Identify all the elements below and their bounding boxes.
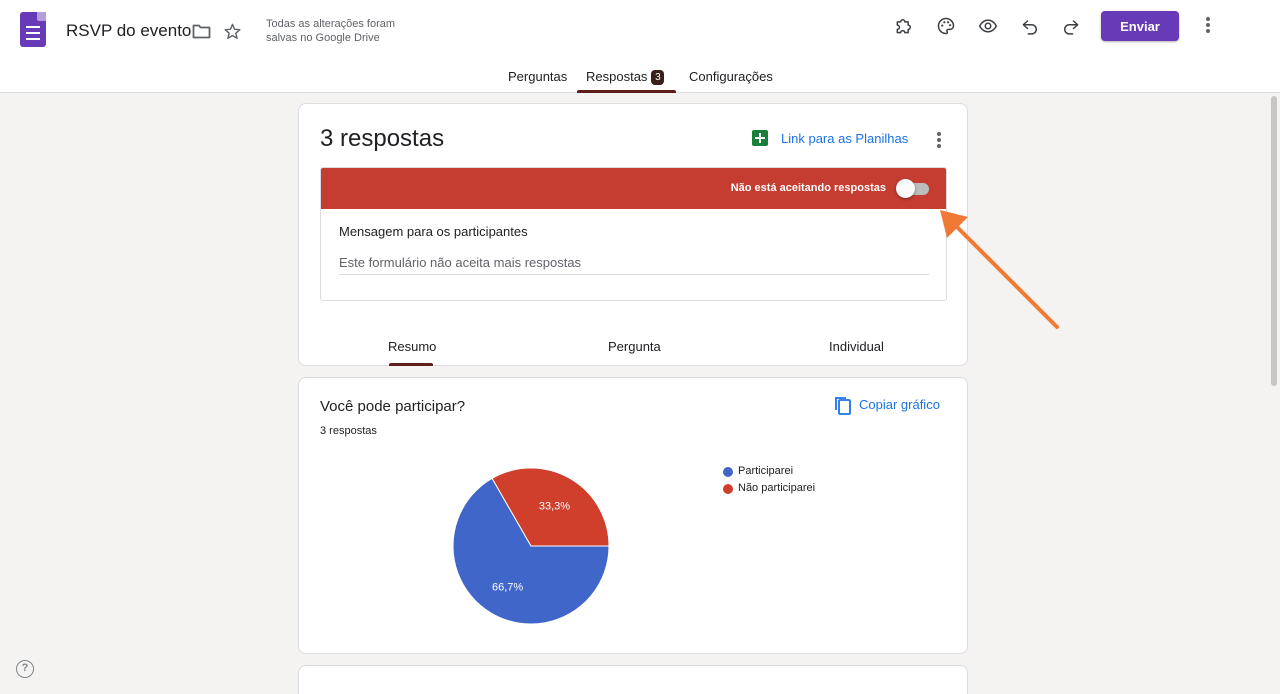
copy-chart-button[interactable]: Copiar gráfico [859, 397, 940, 412]
tab-settings[interactable]: Configurações [689, 69, 773, 84]
subtab-question[interactable]: Pergunta [608, 339, 661, 354]
page-scrollbar[interactable] [1268, 94, 1280, 694]
active-subtab-indicator [389, 363, 433, 366]
preview-icon[interactable] [976, 15, 1000, 37]
accepting-toggle-knob[interactable] [896, 179, 915, 198]
palette-icon[interactable] [935, 15, 957, 37]
more-vert-icon[interactable] [1206, 17, 1210, 35]
redo-icon[interactable] [1060, 15, 1082, 37]
tab-questions[interactable]: Perguntas [508, 69, 567, 84]
question-title: Você pode participar? [320, 398, 466, 415]
legend-item: Não participarei [723, 482, 815, 499]
respondent-message-label: Mensagem para os participantes [339, 224, 528, 239]
undo-icon[interactable] [1019, 15, 1041, 37]
responses-count-heading: 3 respostas [320, 125, 445, 152]
legend-swatch [723, 484, 733, 494]
question-response-count: 3 respostas [320, 425, 377, 437]
pie-slice-label: 33,3% [539, 500, 570, 512]
responses-card: 3 respostas Link para as Planilhas Não e… [298, 103, 968, 366]
legend-label: Não participarei [738, 482, 816, 494]
link-to-sheets-button[interactable]: Link para as Planilhas [781, 131, 908, 146]
subtab-individual[interactable]: Individual [829, 339, 884, 354]
star-icon[interactable] [222, 21, 242, 41]
tab-responses[interactable]: Respostas 3 [586, 69, 665, 85]
chart-legend: Participarei Não participarei [723, 465, 815, 499]
addon-icon[interactable] [893, 15, 915, 37]
folder-icon[interactable] [191, 22, 211, 40]
not-accepting-banner: Não está aceitando respostas [321, 168, 946, 209]
responses-count-badge: 3 [651, 70, 665, 85]
help-icon[interactable]: ? [16, 660, 34, 678]
scrollbar-thumb[interactable] [1271, 96, 1277, 386]
tab-questions-label: Perguntas [508, 69, 568, 84]
responses-more-icon[interactable] [937, 132, 941, 150]
legend-label: Participarei [738, 465, 794, 477]
question-summary-card: Você pode participar? 3 respostas Copiar… [298, 377, 968, 654]
annotation-arrow [940, 210, 1059, 329]
send-button[interactable]: Enviar [1101, 11, 1179, 41]
next-question-card [298, 665, 968, 694]
sheets-icon[interactable] [752, 130, 768, 146]
respondent-message-input[interactable]: Este formulário não aceita mais resposta… [339, 251, 929, 275]
legend-item: Participarei [723, 465, 815, 482]
document-title[interactable]: RSVP do evento [66, 21, 191, 41]
accepting-responses-panel: Não está aceitando respostas Mensagem pa… [320, 167, 947, 301]
header-bar: RSVP do evento Todas as alterações foram… [0, 0, 1280, 93]
legend-swatch [723, 467, 733, 477]
subtab-summary[interactable]: Resumo [388, 339, 436, 354]
annotation-arrow-shaft [948, 218, 1059, 329]
pie-slice-label: 66,7% [492, 582, 523, 594]
accepting-status-label: Não está aceitando respostas [730, 182, 886, 194]
copy-icon[interactable] [834, 396, 852, 421]
save-status-text: Todas as alterações foram salvas no Goog… [266, 18, 396, 44]
active-tab-indicator [577, 90, 676, 93]
pie-chart: 66,7% 33,3% [452, 467, 610, 625]
tab-responses-label: Respostas [586, 69, 648, 84]
top-tabs: Perguntas Respostas 3 Configurações [0, 60, 1280, 93]
forms-logo-icon[interactable] [20, 12, 46, 47]
tab-settings-label: Configurações [689, 69, 773, 84]
